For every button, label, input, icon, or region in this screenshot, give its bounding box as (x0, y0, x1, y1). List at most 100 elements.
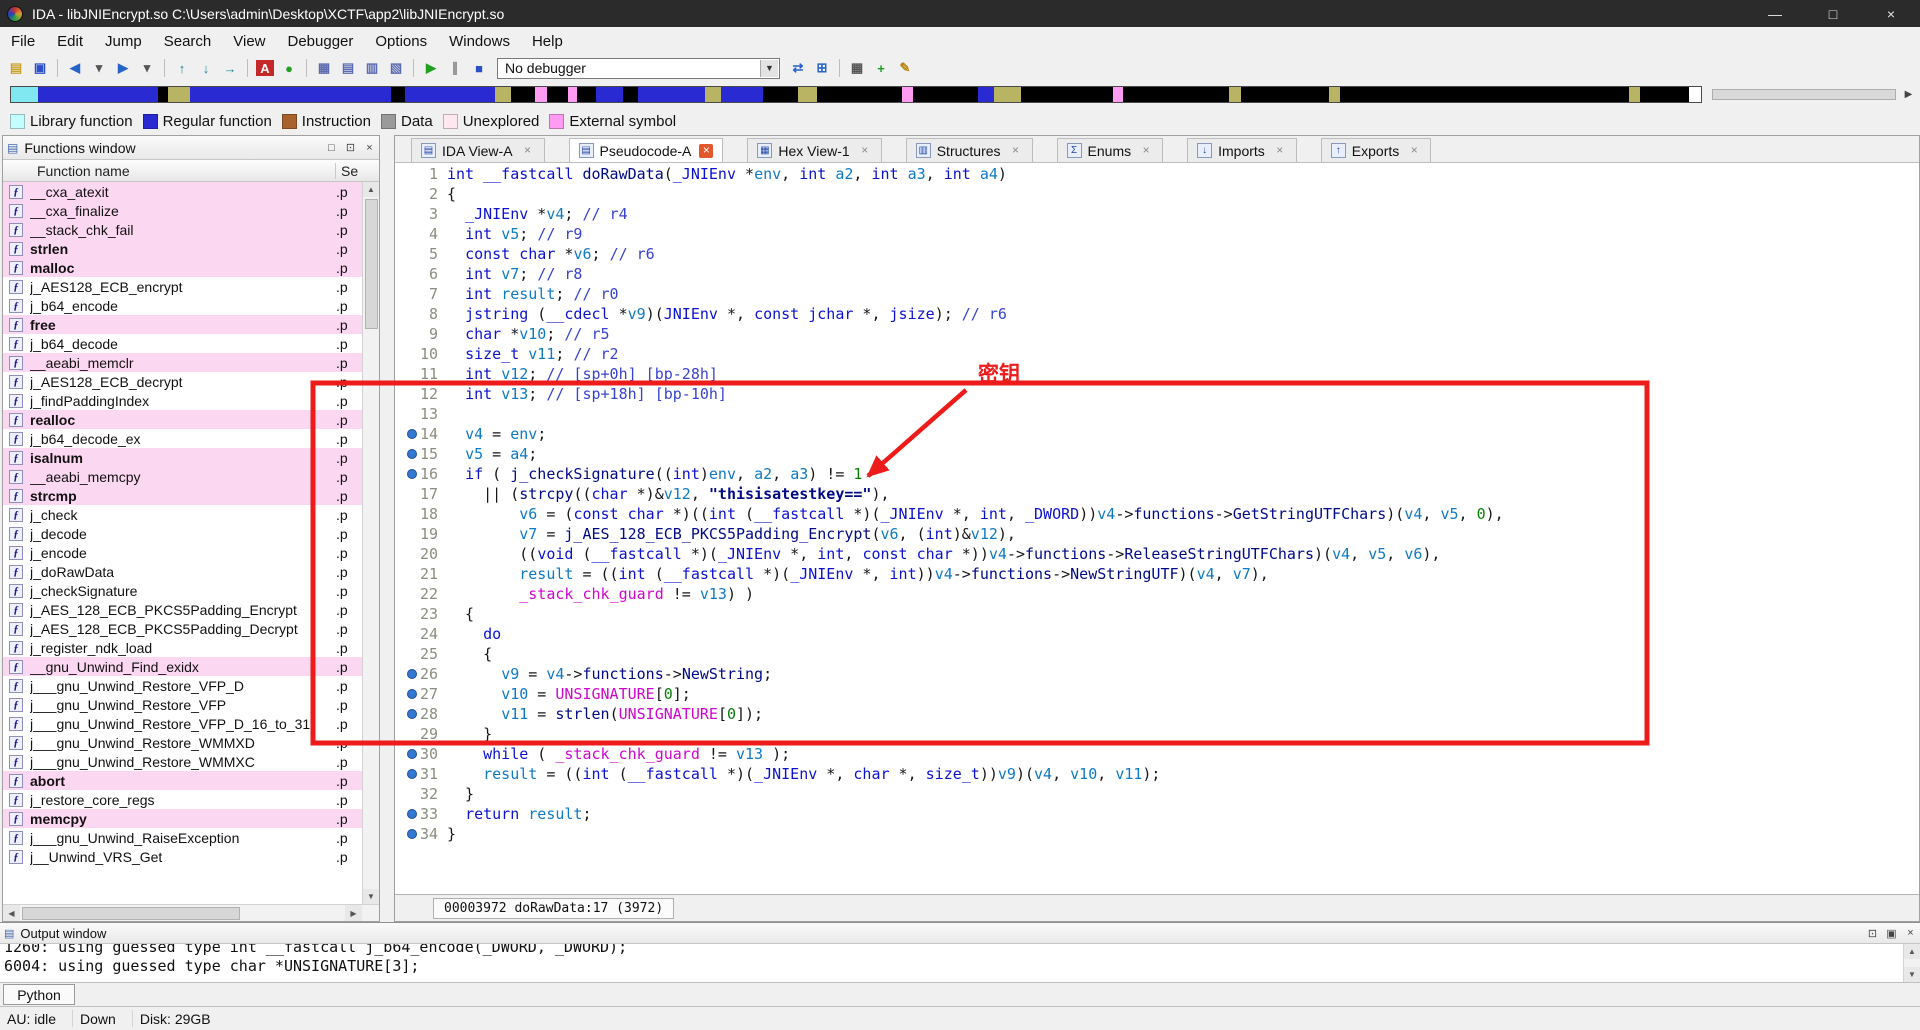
scrollbar-thumb[interactable] (22, 906, 241, 920)
tab-pseudocode-a-close[interactable]: × (699, 143, 714, 158)
text-search-icon[interactable]: A (256, 60, 274, 76)
function-row-j-encode[interactable]: ƒ j_encode .p (3, 543, 362, 562)
menu-options[interactable]: Options (364, 27, 438, 55)
scroll-left-icon[interactable]: ◀ (3, 905, 20, 921)
function-row-j-gnu-unwind-restore-vfp-d[interactable]: ƒ j___gnu_Unwind_Restore_VFP_D .p (3, 676, 362, 695)
code-line-21[interactable]: 21 result = ((int (__fastcall *)(_JNIEnv… (395, 564, 1919, 584)
navigation-scroll-right-icon[interactable]: ▶ (1900, 86, 1917, 103)
code-line-19[interactable]: 19 v7 = j_AES_128_ECB_PKCS5Padding_Encry… (395, 524, 1919, 544)
code-gutter[interactable]: 33 (395, 804, 447, 824)
code-gutter[interactable]: 28 (395, 704, 447, 724)
forward-icon[interactable]: ▶ (111, 58, 135, 79)
menu-jump[interactable]: Jump (94, 27, 153, 55)
code-line-7[interactable]: 7 int result; // r0 (395, 284, 1919, 304)
functions-vertical-scrollbar[interactable]: ▲ ▼ (362, 182, 379, 904)
breakpoint-dot[interactable] (407, 829, 417, 839)
panel-float-button[interactable]: ⊡ (1863, 923, 1882, 943)
column-function-name[interactable]: Function name (3, 162, 336, 179)
code-line-15[interactable]: 15 v5 = a4; (395, 444, 1919, 464)
menu-edit[interactable]: Edit (46, 27, 94, 55)
breakpoint-dot[interactable] (407, 669, 417, 679)
code-gutter[interactable]: 3 (395, 204, 447, 224)
maximize-button[interactable]: □ (1804, 0, 1862, 27)
code-gutter[interactable]: 10 (395, 344, 447, 364)
code-gutter[interactable]: 5 (395, 244, 447, 264)
menu-windows[interactable]: Windows (438, 27, 521, 55)
python-cli-button[interactable]: Python (3, 984, 75, 1005)
forward-dropdown-icon[interactable]: ▾ (135, 58, 159, 79)
breakpoint-dot[interactable] (407, 429, 417, 439)
scroll-up-icon[interactable]: ▲ (363, 182, 379, 197)
function-row-j-dorawdata[interactable]: ƒ j_doRawData .p (3, 562, 362, 581)
add-breakpoint-icon[interactable]: + (869, 58, 893, 79)
watch-list-icon[interactable]: ▥ (360, 58, 384, 79)
code-gutter[interactable]: 19 (395, 524, 447, 544)
edit-icon[interactable]: ✎ (893, 58, 917, 79)
code-gutter[interactable]: 12 (395, 384, 447, 404)
function-row-j-check[interactable]: ƒ j_check .p (3, 505, 362, 524)
tab-enums[interactable]: Σ Enums × (1056, 138, 1164, 162)
code-line-9[interactable]: 9 char *v10; // r5 (395, 324, 1919, 344)
tab-hex-view-1[interactable]: ▦ Hex View-1 × (747, 138, 882, 162)
tab-exports-close[interactable]: × (1407, 143, 1421, 158)
menu-help[interactable]: Help (521, 27, 574, 55)
next-location-icon[interactable]: ↓ (194, 58, 218, 79)
function-row-j-checksignature[interactable]: ƒ j_checkSignature .p (3, 581, 362, 600)
tab-enums-close[interactable]: × (1139, 143, 1153, 158)
code-line-13[interactable]: 13 (395, 404, 1919, 424)
tab-imports[interactable]: ↓ Imports × (1187, 138, 1297, 162)
panel-maximize-button[interactable]: ▣ (1882, 923, 1901, 943)
function-row-j-unwind-vrs-get[interactable]: ƒ j__Unwind_VRS_Get .p (3, 847, 362, 866)
tab-structures[interactable]: ▥ Structures × (905, 138, 1033, 162)
code-gutter[interactable]: 13 (395, 404, 447, 424)
open-file-icon[interactable]: ▤ (4, 58, 28, 79)
code-gutter[interactable]: 30 (395, 744, 447, 764)
function-row-cxa-atexit[interactable]: ƒ __cxa_atexit .p (3, 182, 362, 201)
code-gutter[interactable]: 9 (395, 324, 447, 344)
code-line-27[interactable]: 27 v10 = UNSIGNATURE[0]; (395, 684, 1919, 704)
function-row-gnu-unwind-find-exidx[interactable]: ƒ __gnu_Unwind_Find_exidx .p (3, 657, 362, 676)
code-line-18[interactable]: 18 v6 = (const char *)((int (__fastcall … (395, 504, 1919, 524)
code-line-33[interactable]: 33 return result; (395, 804, 1919, 824)
code-gutter[interactable]: 31 (395, 764, 447, 784)
code-line-11[interactable]: 11 int v12; // [sp+0h] [bp-28h] (395, 364, 1919, 384)
breakpoint-dot[interactable] (407, 449, 417, 459)
code-gutter[interactable]: 20 (395, 544, 447, 564)
patch-bytes-icon[interactable]: ▦ (845, 58, 869, 79)
minimize-button[interactable]: — (1746, 0, 1804, 27)
output-vertical-scrollbar[interactable]: ▲ ▼ (1903, 944, 1920, 982)
prev-location-icon[interactable]: ↑ (170, 58, 194, 79)
code-gutter[interactable]: 16 (395, 464, 447, 484)
code-gutter[interactable]: 26 (395, 664, 447, 684)
breakpoint-dot[interactable] (407, 469, 417, 479)
pause-process-icon[interactable]: ∥ (443, 58, 467, 79)
function-row-j-gnu-unwind-restore-vfp-d-16-to-31[interactable]: ƒ j___gnu_Unwind_Restore_VFP_D_16_to_31 .p (3, 714, 362, 733)
resume-analysis-icon[interactable]: ● (277, 58, 301, 79)
code-line-1[interactable]: 1 int __fastcall doRawData(_JNIEnv *env, … (395, 164, 1919, 184)
menu-view[interactable]: View (222, 27, 276, 55)
code-line-26[interactable]: 26 v9 = v4->functions->NewString; (395, 664, 1919, 684)
code-line-29[interactable]: 29 } (395, 724, 1919, 744)
function-row-aeabi-memcpy[interactable]: ƒ __aeabi_memcpy .p (3, 467, 362, 486)
code-gutter[interactable]: 21 (395, 564, 447, 584)
function-row-isalnum[interactable]: ƒ isalnum .p (3, 448, 362, 467)
code-gutter[interactable]: 34 (395, 824, 447, 844)
function-row-j-aes128-ecb-encrypt[interactable]: ƒ j_AES128_ECB_encrypt .p (3, 277, 362, 296)
code-gutter[interactable]: 32 (395, 784, 447, 804)
panel-float-button[interactable]: ⊡ (341, 138, 360, 158)
breakpoint-dot[interactable] (407, 749, 417, 759)
code-gutter[interactable]: 29 (395, 724, 447, 744)
function-row-j-gnu-unwind-restore-vfp[interactable]: ƒ j___gnu_Unwind_Restore_VFP .p (3, 695, 362, 714)
function-row-j-restore-core-regs[interactable]: ƒ j_restore_core_regs .p (3, 790, 362, 809)
functions-horizontal-scrollbar[interactable]: ◀ ▶ (3, 904, 379, 921)
function-row-aeabi-memclr[interactable]: ƒ __aeabi_memclr .p (3, 353, 362, 372)
tab-structures-close[interactable]: × (1009, 143, 1023, 158)
code-line-28[interactable]: 28 v11 = strlen(UNSIGNATURE[0]); (395, 704, 1919, 724)
function-row-j-decode[interactable]: ƒ j_decode .p (3, 524, 362, 543)
close-button[interactable]: × (1862, 0, 1920, 27)
scroll-down-icon[interactable]: ▼ (1904, 967, 1920, 982)
function-row-realloc[interactable]: ƒ realloc .p (3, 410, 362, 429)
menu-debugger[interactable]: Debugger (277, 27, 365, 55)
attach-process-icon[interactable]: ⇄ (786, 58, 810, 79)
code-gutter[interactable]: 24 (395, 624, 447, 644)
